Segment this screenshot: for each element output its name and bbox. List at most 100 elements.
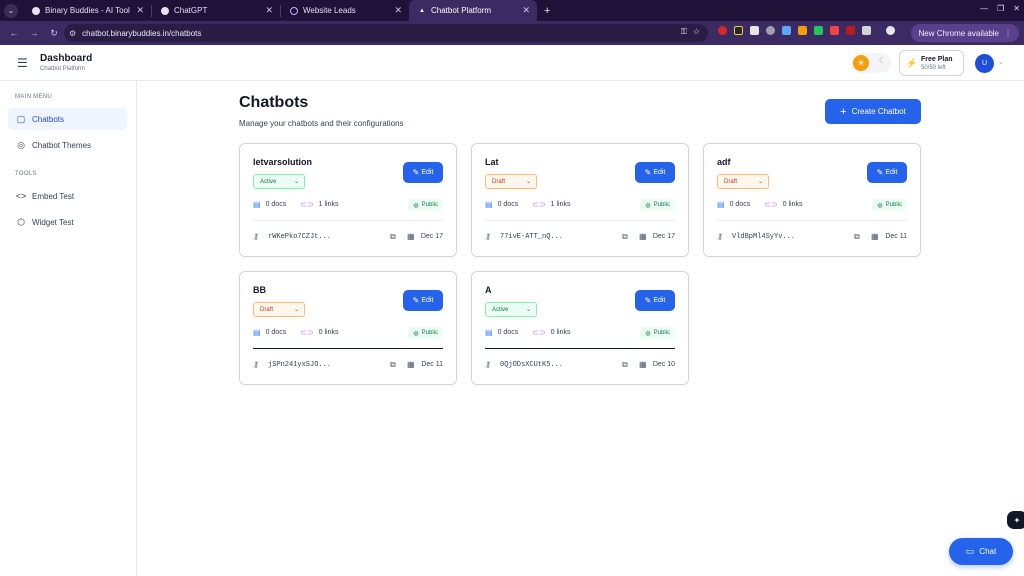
menu-icon[interactable]: ☰ xyxy=(17,56,28,70)
extension-blue-icon[interactable] xyxy=(782,26,791,35)
tools-label: TOOLS xyxy=(15,171,37,177)
chevron-down-icon: ⌄ xyxy=(757,179,763,185)
new-tab-icon[interactable]: + xyxy=(544,5,550,17)
chatbot-name: Lat xyxy=(485,157,499,167)
restore-icon[interactable]: ❐ xyxy=(997,4,1004,13)
calendar-icon: ▦ xyxy=(407,360,415,369)
chatbot-stats: ▤ 0 docs ⊂⊃ 0 links xyxy=(485,328,571,337)
browser-tab[interactable]: ChatGPT ✕ xyxy=(152,0,280,21)
edit-button[interactable]: ✎ Edit xyxy=(635,290,675,311)
sun-icon[interactable]: ☀ xyxy=(853,55,869,71)
theme-toggle[interactable]: ☀ ☾ xyxy=(851,53,891,73)
sidebar: MAIN MENU ▢ Chatbots ◎ Chatbot Themes TO… xyxy=(0,81,137,576)
extension-gmail-icon[interactable] xyxy=(830,26,839,35)
key-icon: ⚷ xyxy=(485,360,491,369)
key-icon: ⚷ xyxy=(253,232,259,241)
status-select[interactable]: Active ⌄ xyxy=(485,302,537,317)
close-tab-icon[interactable]: ✕ xyxy=(522,5,530,16)
sidebar-item-chatbots[interactable]: ▢ Chatbots xyxy=(8,108,127,130)
url-text: chatbot.binarybuddies.in/chatbots xyxy=(82,28,202,38)
status-select[interactable]: Draft ⌄ xyxy=(717,174,769,189)
docs-count: 0 xyxy=(497,201,502,208)
edit-label: Edit xyxy=(885,169,898,176)
links-label: links xyxy=(324,329,339,336)
minimize-icon[interactable]: — xyxy=(980,4,988,13)
forward-icon[interactable]: → xyxy=(28,28,40,38)
extension-gray-icon[interactable] xyxy=(766,26,775,35)
chatbot-stats: ▤ 0 docs ⊂⊃ 0 links xyxy=(717,200,803,209)
edit-button[interactable]: ✎ Edit xyxy=(403,162,443,183)
edit-button[interactable]: ✎ Edit xyxy=(867,162,907,183)
status-value: Active xyxy=(492,306,509,313)
message-square-icon: ▢ xyxy=(16,113,26,124)
plan-badge[interactable]: ⚡ Free Plan 50/50 left xyxy=(899,50,964,76)
sidebar-item-label: Embed Test xyxy=(32,191,75,201)
tab-search-icon[interactable]: ⌄ xyxy=(4,3,18,18)
moon-icon[interactable]: ☾ xyxy=(879,56,886,65)
chevron-down-icon[interactable]: ⌄ xyxy=(998,58,1004,66)
edit-button[interactable]: ✎ Edit xyxy=(403,290,443,311)
card-divider xyxy=(485,220,675,221)
bookmark-star-icon[interactable]: ☆ xyxy=(693,27,700,37)
copy-icon[interactable]: ⧉ xyxy=(390,360,396,370)
status-select[interactable]: Draft ⌄ xyxy=(253,302,305,317)
docs-count: 0 xyxy=(265,329,270,336)
profile-icon[interactable] xyxy=(886,26,895,35)
status-value: Draft xyxy=(492,178,506,185)
password-key-icon[interactable]: ⚿ xyxy=(681,27,687,37)
extension-red-icon[interactable] xyxy=(718,26,727,35)
create-chatbot-button[interactable]: + Create Chatbot xyxy=(825,99,921,124)
copy-icon[interactable]: ⧉ xyxy=(390,232,396,242)
chatbot-key: 77ivE-ATT_nQ... xyxy=(500,233,564,241)
chatgpt-favicon-icon xyxy=(161,6,169,15)
tab-title: Chatbot Platform xyxy=(431,6,492,15)
close-tab-icon[interactable]: ✕ xyxy=(136,5,144,16)
status-select[interactable]: Draft ⌄ xyxy=(485,174,537,189)
browser-tab[interactable]: Website Leads ✕ xyxy=(281,0,409,21)
status-select[interactable]: Active ⌄ xyxy=(253,174,305,189)
sidebar-item-chatbot-themes[interactable]: ◎ Chatbot Themes xyxy=(8,134,127,156)
created-date: Dec 10 xyxy=(652,361,675,368)
status-value: Draft xyxy=(260,306,274,313)
browser-toolbar: ← → ↻ ⚙ chatbot.binarybuddies.in/chatbot… xyxy=(0,21,1024,45)
close-tab-icon[interactable]: ✕ xyxy=(394,5,402,16)
pencil-icon: ✎ xyxy=(876,168,884,177)
back-icon[interactable]: ← xyxy=(8,28,20,38)
links-count: 1 xyxy=(318,201,323,208)
chatbot-card: letvarsolution Active ⌄ ✎ Edit ▤ 0 docs … xyxy=(239,143,457,257)
more-menu-icon[interactable]: ⋮ xyxy=(1004,29,1012,38)
browser-tab[interactable]: Binary Buddies - AI Tool ✕ xyxy=(23,0,151,21)
visibility-label: Public xyxy=(653,330,670,336)
link-icon: ⊂⊃ xyxy=(300,200,314,209)
extensions-puzzle-icon[interactable] xyxy=(862,26,871,35)
chrome-update-button[interactable]: New Chrome available ⋮ xyxy=(910,24,1019,42)
copy-icon[interactable]: ⧉ xyxy=(622,360,628,370)
box-icon: ⬡ xyxy=(17,216,25,227)
code-icon: <> xyxy=(15,191,27,201)
reload-icon[interactable]: ↻ xyxy=(48,28,60,39)
chatbot-card: A Active ⌄ ✎ Edit ▤ 0 docs ⊂⊃ 0 links ◍ … xyxy=(471,271,689,385)
site-info-icon[interactable]: ⚙ xyxy=(69,29,76,38)
extension-flag-icon[interactable] xyxy=(846,26,855,35)
created-date: Dec 17 xyxy=(652,233,675,240)
sparkle-assistant-icon[interactable]: ✦ xyxy=(1007,511,1024,529)
sidebar-item-widget-test[interactable]: ⬡ Widget Test xyxy=(8,211,127,233)
chatbot-name: letvarsolution xyxy=(253,157,313,167)
extension-doc-icon[interactable] xyxy=(750,26,759,35)
edit-button[interactable]: ✎ Edit xyxy=(635,162,675,183)
browser-tab-active[interactable]: ▲ Chatbot Platform ✕ xyxy=(409,0,537,21)
extension-dark-icon[interactable] xyxy=(734,26,743,35)
sidebar-item-embed-test[interactable]: <> Embed Test xyxy=(8,185,127,207)
extension-orange-icon[interactable] xyxy=(798,26,807,35)
address-bar[interactable]: ⚙ chatbot.binarybuddies.in/chatbots ⚿ ☆ xyxy=(64,24,708,42)
avatar[interactable]: U xyxy=(975,54,994,73)
close-window-icon[interactable]: ✕ xyxy=(1013,4,1020,13)
close-tab-icon[interactable]: ✕ xyxy=(265,5,273,16)
copy-icon[interactable]: ⧉ xyxy=(622,232,628,242)
extension-green-icon[interactable] xyxy=(814,26,823,35)
copy-icon[interactable]: ⧉ xyxy=(854,232,860,242)
chat-widget-button[interactable]: ▭ Chat xyxy=(949,538,1013,565)
docs-count: 0 xyxy=(729,201,734,208)
status-value: Active xyxy=(260,178,277,185)
visibility-label: Public xyxy=(885,202,902,208)
